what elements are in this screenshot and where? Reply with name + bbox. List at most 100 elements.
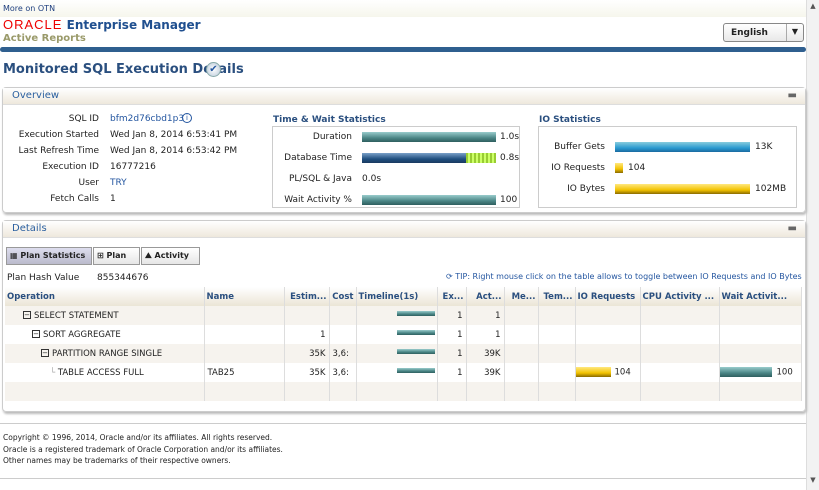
collapse-toggle-icon[interactable]: − [23, 311, 31, 319]
field-label: Last Refresh Time [18, 146, 99, 156]
field-value[interactable]: bfm2d76cbd1p3 [110, 114, 184, 124]
empty-cell [575, 382, 641, 401]
language-select[interactable]: English ▼ [723, 23, 804, 42]
column-header[interactable]: IO Requests [575, 287, 641, 306]
column-header[interactable]: Tem... [538, 287, 576, 306]
field-label: SQL ID [68, 114, 99, 124]
bottom-divider [0, 478, 806, 479]
operation-name: SORT AGGREGATE [43, 329, 121, 340]
timeline-bar [396, 311, 435, 316]
scroll-up-icon[interactable]: ▲ [807, 2, 819, 14]
tab-plan[interactable]: ⊞ Plan [93, 247, 140, 265]
timeline-cell [356, 306, 438, 325]
overview-title: Overview [12, 90, 60, 101]
field-label: User [78, 178, 99, 188]
executions-cell: 1 [437, 306, 467, 325]
memory-cell [504, 363, 539, 382]
operation-cell: − PARTITION RANGE SINGLE [5, 344, 205, 363]
column-header[interactable]: CPU Activity ... [640, 287, 720, 306]
field-value[interactable]: TRY [110, 178, 127, 188]
table-row[interactable]: − SORT AGGREGATE 1 1 1 [5, 325, 802, 344]
tab-plan-statistics[interactable]: ▦ Plan Statistics [6, 247, 92, 265]
estim-cell: 35K [284, 363, 330, 382]
collapse-toggle-icon[interactable]: − [41, 349, 49, 357]
details-title: Details [12, 223, 47, 234]
table-row[interactable]: − PARTITION RANGE SINGLE 35K 3,6: 1 39K [5, 344, 802, 363]
cpu-activity-cell [640, 306, 720, 325]
wait-activity-cell [719, 344, 802, 363]
tip-text: TIP: Right mouse click on the table allo… [455, 272, 802, 281]
table-row[interactable]: └ TABLE ACCESS FULL TAB25 35K 3,6: 1 39K 104 10… [5, 363, 802, 382]
tab-label: Plan Statistics [20, 251, 86, 260]
io-title: IO Statistics [539, 115, 601, 125]
timeline-cell [356, 363, 438, 382]
time-wait-bar [362, 195, 496, 205]
wait-activity-bar [719, 367, 772, 378]
temp-cell [538, 306, 576, 325]
io-requests-cell [575, 344, 641, 363]
io-label: IO Requests [551, 163, 605, 173]
empty-cell [356, 382, 438, 401]
cpu-activity-cell [640, 363, 720, 382]
language-value: English [731, 28, 768, 38]
io-requests-cell [575, 325, 641, 344]
tab-label: Plan [106, 251, 127, 260]
time-wait-value: 0.0s [362, 174, 382, 184]
cost-cell: 3,6: [329, 344, 357, 363]
tip: ⟳ TIP: Right mouse click on the table al… [446, 272, 802, 281]
column-header[interactable]: Operation [5, 287, 205, 306]
name-cell: TAB25 [204, 363, 285, 382]
otn-link[interactable]: More on OTN [3, 4, 55, 13]
column-header[interactable]: Cost [329, 287, 357, 306]
column-header[interactable]: Ex... [437, 287, 467, 306]
io-value: 102MB [755, 184, 787, 194]
column-header[interactable]: Me... [504, 287, 539, 306]
field-label: Execution ID [42, 162, 99, 172]
temp-cell [538, 363, 576, 382]
time-wait-value: 0.8s [500, 153, 520, 163]
collapse-icon[interactable]: ▬ [788, 223, 797, 234]
info-icon[interactable]: i [182, 113, 192, 123]
name-cell [204, 344, 285, 363]
empty-cell [640, 382, 720, 401]
collapse-icon[interactable]: ▬ [788, 90, 797, 101]
time-wait-label: Wait Activity % [284, 195, 352, 205]
table-row[interactable]: − SELECT STATEMENT 1 1 [5, 306, 802, 325]
tab-activity[interactable]: ⛰ Activity [141, 247, 200, 265]
overview-header[interactable]: Overview ▬ [3, 88, 805, 105]
column-header[interactable]: Act... [466, 287, 505, 306]
timeline-cell [356, 344, 438, 363]
io-label: IO Bytes [567, 184, 605, 194]
product-name: Enterprise Manager [66, 18, 201, 32]
scroll-down-icon[interactable]: ▼ [807, 476, 819, 488]
column-header[interactable]: Estim... [284, 287, 330, 306]
cpu-activity-cell [640, 344, 720, 363]
operation-name: SELECT STATEMENT [34, 310, 119, 321]
memory-cell [504, 344, 539, 363]
column-header[interactable]: Timeline(1s) [356, 287, 438, 306]
column-header[interactable]: Wait Activit... [719, 287, 802, 306]
estim-cell: 35K [284, 344, 330, 363]
collapse-toggle-icon[interactable]: − [32, 330, 40, 338]
io-label: Buffer Gets [554, 142, 605, 152]
operation-cell: − SELECT STATEMENT [5, 306, 205, 325]
io-bar [615, 142, 750, 152]
wait-activity-value: 100 [776, 367, 793, 378]
name-cell [204, 306, 285, 325]
empty-cell [466, 382, 505, 401]
io-requests-cell: 104 [575, 363, 641, 382]
plan-statistics-table[interactable]: Operation Name Estim... Cost Timeline(1s) Ex.… [5, 287, 802, 401]
cost-cell: 3,6: [329, 363, 357, 382]
empty-cell [5, 382, 205, 401]
header-divider [0, 47, 806, 52]
vertical-scrollbar[interactable]: ▲ ▼ [806, 0, 819, 490]
temp-cell [538, 325, 576, 344]
time-wait-value: 1.0s [500, 132, 520, 142]
column-header[interactable]: Name [204, 287, 285, 306]
operation-cell: − SORT AGGREGATE [5, 325, 205, 344]
operation-name: TABLE ACCESS FULL [57, 367, 144, 378]
io-value: 13K [755, 142, 773, 152]
time-wait-value: 100 [500, 195, 518, 205]
details-header[interactable]: Details ▬ [3, 221, 805, 238]
timeline-bar [396, 368, 435, 373]
